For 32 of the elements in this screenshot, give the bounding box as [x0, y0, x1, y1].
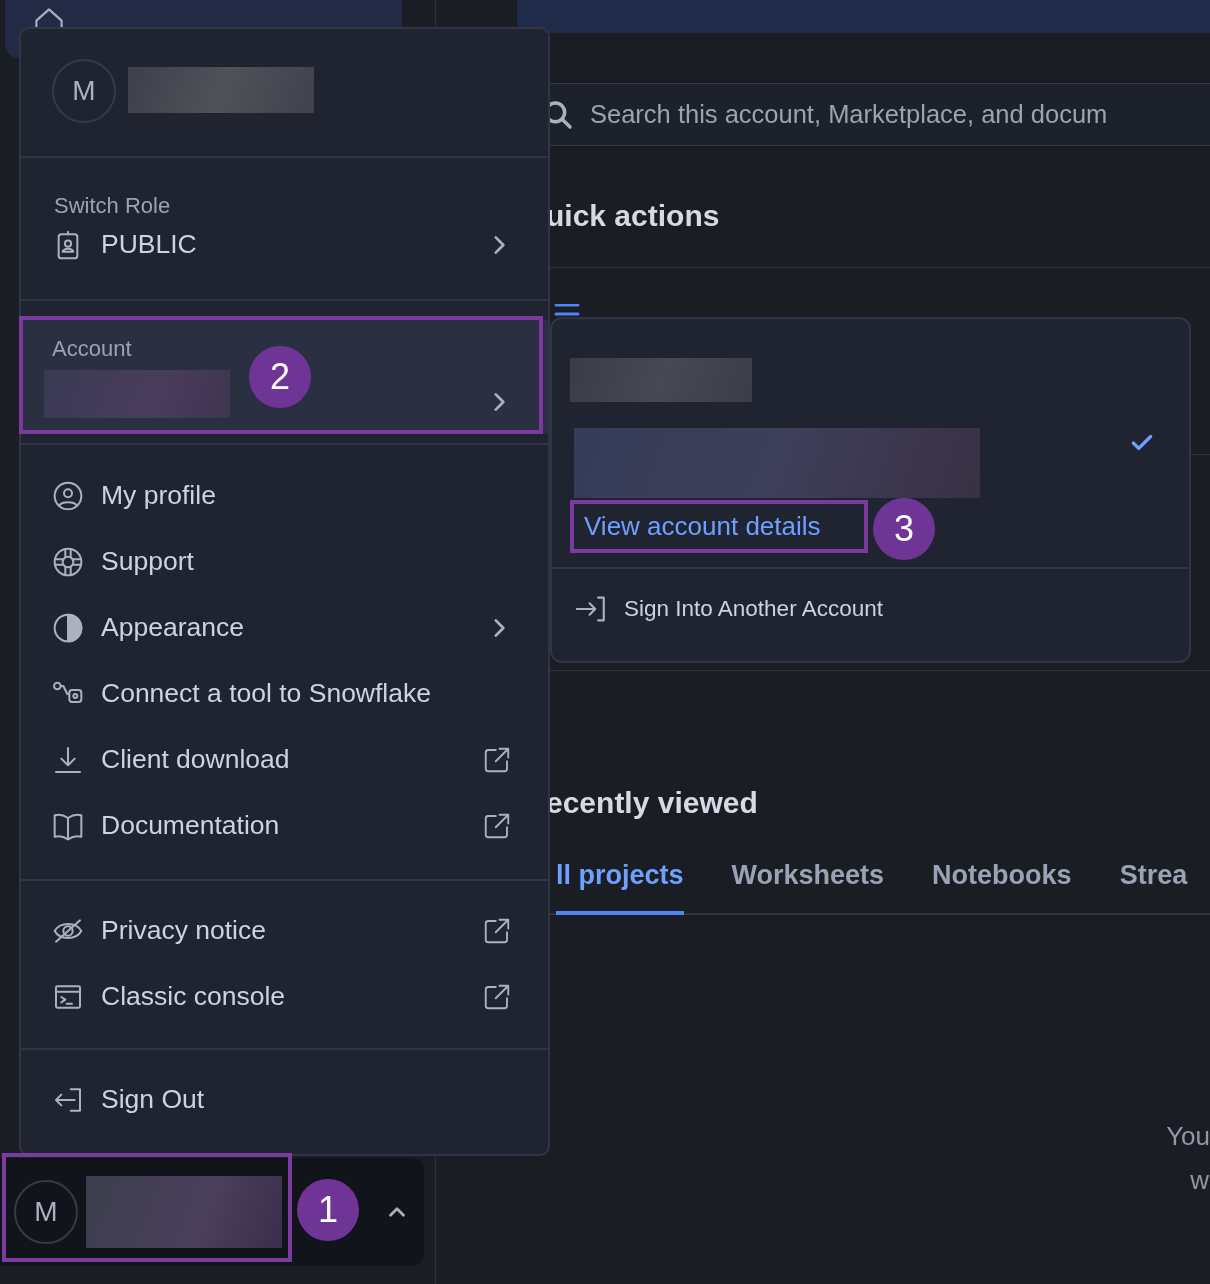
menu-item[interactable]: My profile: [21, 463, 548, 529]
menu-item[interactable]: Support: [21, 529, 548, 595]
role-item[interactable]: PUBLIC: [21, 220, 548, 270]
tab[interactable]: Notebooks: [932, 862, 1072, 915]
view-account-link[interactable]: View account details: [584, 513, 821, 539]
avatar: M: [14, 1180, 78, 1244]
section-heading: ecently viewed: [546, 788, 759, 818]
avatar: M: [52, 59, 116, 123]
menu-item[interactable]: Appearance: [21, 595, 548, 661]
external-link-icon: [482, 745, 512, 775]
tab[interactable]: Worksheets: [731, 862, 885, 915]
menu-item[interactable]: Client download: [21, 727, 548, 793]
menu-item[interactable]: Sign Out: [21, 1067, 548, 1133]
menu-item[interactable]: Connect a tool to Snowflake: [21, 661, 548, 727]
lifebuoy-icon: [52, 546, 84, 578]
contrast-icon: [52, 612, 84, 644]
menu-item[interactable]: Privacy notice: [21, 898, 548, 964]
empty-state-text: w: [1190, 1167, 1209, 1193]
role-label: Switch Role: [53, 195, 172, 217]
menu-item[interactable]: Classic console: [21, 964, 548, 1030]
tab[interactable]: ll projects: [556, 862, 684, 915]
sign-in-item[interactable]: Sign Into Another Account: [552, 569, 1189, 649]
download-icon: [52, 744, 84, 776]
list-icon: [554, 304, 580, 316]
tab[interactable]: Strea: [1119, 862, 1188, 915]
menu-item[interactable]: Documentation: [21, 793, 548, 859]
external-link-icon: [482, 811, 512, 841]
empty-state-text: You: [1166, 1123, 1210, 1149]
external-link-icon: [482, 982, 512, 1012]
external-link-icon: [482, 916, 512, 946]
search-field[interactable]: Search this account, Marketplace, and docum: [590, 95, 1210, 134]
person-icon: [52, 480, 84, 512]
